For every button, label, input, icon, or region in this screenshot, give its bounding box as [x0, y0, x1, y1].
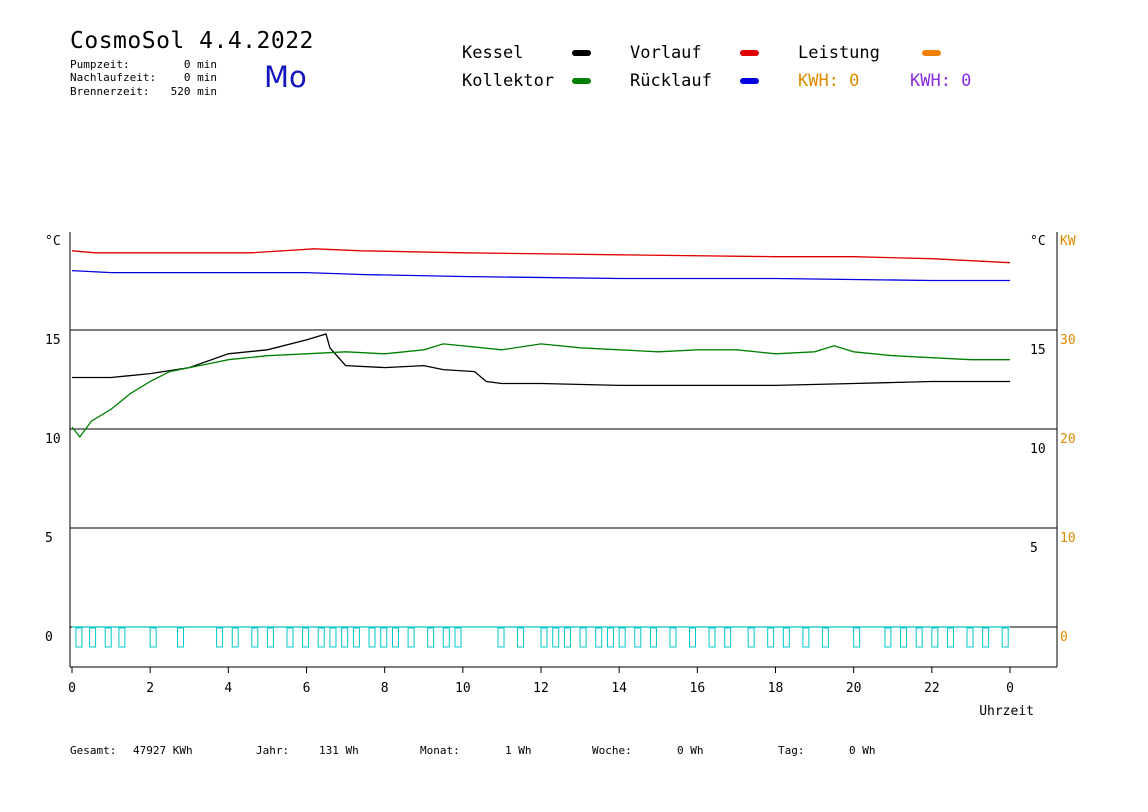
total-energy-value: 47927 KWh — [133, 744, 193, 757]
leistung-pulse-18 — [391, 627, 399, 648]
x-tick-label-5: 10 — [455, 681, 471, 696]
x-tick-label-0: 0 — [68, 681, 76, 696]
leistung-pulse-0 — [75, 627, 83, 648]
x-axis-label: Uhrzeit — [979, 704, 1034, 719]
leistung-pulse-3 — [118, 627, 126, 648]
leistung-pulse-4 — [149, 627, 157, 648]
leistung-pulse-15 — [352, 627, 360, 648]
x-tick-label-1: 2 — [146, 681, 154, 696]
leistung-pulse-22 — [454, 627, 462, 648]
leistung-pulse-30 — [606, 627, 614, 648]
leistung-pulse-47 — [931, 627, 939, 648]
month-energy-value: 1 Wh — [505, 744, 532, 757]
x-tick-label-12: 0 — [1006, 681, 1014, 696]
leistung-pulse-38 — [747, 627, 755, 648]
leistung-pulse-12 — [317, 627, 325, 648]
x-tick-label-8: 16 — [690, 681, 706, 696]
series-line-kollektor — [71, 343, 1010, 438]
week-energy-value: 0 Wh — [677, 744, 704, 757]
leistung-pulse-20 — [427, 627, 435, 648]
leistung-pulse-43 — [853, 627, 861, 648]
year-energy-label: Jahr: — [256, 744, 290, 757]
leistung-pulse-23 — [497, 627, 505, 648]
y-axis-right-unit: °C — [1030, 234, 1046, 249]
month-energy-label: Monat: — [420, 744, 460, 757]
leistung-pulse-9 — [266, 627, 274, 648]
leistung-pulse-42 — [821, 627, 829, 648]
leistung-pulse-7 — [231, 627, 239, 648]
leistung-pulse-41 — [802, 627, 810, 648]
y-tick-kw-0: 0 — [1060, 630, 1068, 645]
leistung-pulse-13 — [329, 627, 337, 648]
y-tick-left-10: 10 — [45, 432, 61, 447]
x-tick-label-9: 18 — [768, 681, 784, 696]
leistung-pulse-19 — [407, 627, 415, 648]
y-tick-kw-20: 20 — [1060, 432, 1076, 447]
year-energy-value: 131 Wh — [319, 744, 359, 757]
series-line-ruecklauf — [71, 269, 1010, 282]
total-energy-label: Gesamt: — [70, 744, 117, 757]
leistung-pulse-11 — [302, 627, 310, 648]
temperature-chart: °C 15 10 5 0 °C 15 10 5 KW 30 20 10 0 0 2 4 6 8 10 12 14 16 18 2… — [45, 232, 1076, 719]
leistung-pulse-33 — [649, 627, 657, 648]
y-tick-left-0: 0 — [45, 630, 53, 645]
leistung-pulse-16 — [368, 627, 376, 648]
leistung-pulse-27 — [563, 627, 571, 648]
leistung-pulse-48 — [946, 627, 954, 648]
leistung-pulse-32 — [634, 627, 642, 648]
leistung-pulse-17 — [380, 627, 388, 648]
x-tick-label-11: 22 — [924, 681, 940, 696]
y-tick-left-5: 5 — [45, 531, 53, 546]
x-tick-label-4: 8 — [381, 681, 389, 696]
leistung-pulse-5 — [177, 627, 185, 648]
leistung-pulse-46 — [915, 627, 923, 648]
leistung-pulse-10 — [286, 627, 294, 648]
leistung-pulse-21 — [442, 627, 450, 648]
leistung-pulse-14 — [341, 627, 349, 648]
series-line-kessel — [72, 333, 1010, 387]
leistung-pulse-6 — [216, 627, 224, 648]
y-axis-left-unit: °C — [45, 234, 61, 249]
leistung-pulse-40 — [782, 627, 790, 648]
leistung-pulse-31 — [618, 627, 626, 648]
leistung-pulse-51 — [1001, 627, 1009, 648]
series-line-vorlauf — [71, 248, 1011, 264]
leistung-pulse-24 — [517, 627, 525, 648]
leistung-pulse-1 — [89, 627, 97, 648]
y-tick-kw-30: 30 — [1060, 333, 1076, 348]
leistung-pulse-28 — [579, 627, 587, 648]
x-tick-label-10: 20 — [846, 681, 862, 696]
leistung-pulse-35 — [689, 627, 697, 648]
y-tick-right-c-15: 15 — [1030, 343, 1046, 358]
y-axis-kw-unit: KW — [1060, 234, 1076, 249]
leistung-pulse-49 — [966, 627, 974, 648]
x-tick-label-2: 4 — [224, 681, 232, 696]
y-tick-kw-10: 10 — [1060, 531, 1076, 546]
x-tick-label-7: 14 — [611, 681, 627, 696]
leistung-pulse-39 — [767, 627, 775, 648]
leistung-pulse-25 — [540, 627, 548, 648]
y-tick-left-15: 15 — [45, 333, 61, 348]
leistung-pulse-44 — [884, 627, 892, 648]
y-tick-right-c-10: 10 — [1030, 442, 1046, 457]
leistung-pulse-2 — [104, 627, 112, 648]
leistung-pulse-26 — [552, 627, 560, 648]
leistung-pulse-37 — [724, 627, 732, 648]
week-energy-label: Woche: — [592, 744, 632, 757]
leistung-pulse-29 — [595, 627, 603, 648]
y-tick-right-c-5: 5 — [1030, 541, 1038, 556]
leistung-pulse-8 — [251, 627, 259, 648]
leistung-pulse-34 — [669, 627, 677, 648]
day-energy-value: 0 Wh — [849, 744, 876, 757]
x-tick-label-3: 6 — [303, 681, 311, 696]
leistung-pulse-36 — [708, 627, 716, 648]
leistung-pulse-45 — [900, 627, 908, 648]
leistung-pulse-50 — [982, 627, 990, 648]
x-tick-label-6: 12 — [533, 681, 549, 696]
day-energy-label: Tag: — [778, 744, 805, 757]
